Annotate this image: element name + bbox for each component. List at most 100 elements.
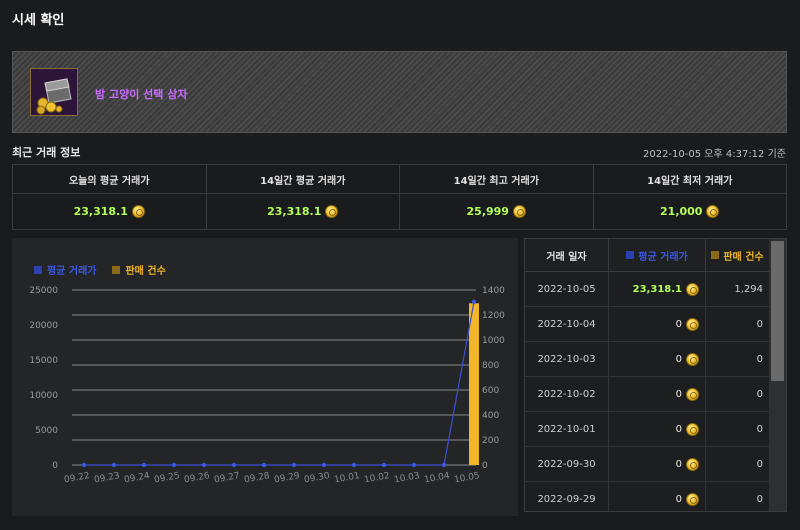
avg-price-point bbox=[141, 462, 147, 468]
row-date: 2022-09-30 bbox=[525, 447, 609, 481]
table-row: 2022-09-29 0 0 bbox=[525, 482, 786, 511]
gold-coin-icon bbox=[686, 317, 699, 331]
row-date: 2022-10-05 bbox=[525, 272, 609, 306]
header-price: 평균 거래가 bbox=[609, 239, 706, 271]
gold-coin-icon bbox=[686, 457, 699, 471]
row-price: 0 bbox=[609, 377, 706, 411]
left-tick-label: 15000 bbox=[29, 356, 58, 366]
scrollbar[interactable] bbox=[769, 239, 786, 511]
avg-price-point bbox=[291, 462, 297, 468]
avg-price-point bbox=[81, 462, 87, 468]
avg-price-point bbox=[261, 462, 267, 468]
gold-coin-icon bbox=[131, 205, 145, 218]
left-tick-label: 10000 bbox=[29, 391, 58, 401]
avg-price-point bbox=[411, 462, 417, 468]
left-tick-label: 5000 bbox=[35, 426, 58, 436]
summary-value-text: 21,000 bbox=[660, 205, 703, 218]
table-header: 거래 일자 평균 거래가 판매 건수 bbox=[525, 239, 786, 272]
price-chart-panel: 평균 거래가 판매 건수 0 200 400 600 800 1000 1200 1400 0 5… bbox=[12, 238, 518, 516]
summary-value: 23,318.1 bbox=[13, 194, 206, 229]
gold-coin-icon bbox=[512, 205, 526, 218]
row-count: 0 bbox=[706, 447, 770, 481]
x-tick-label: 10.01 bbox=[333, 471, 360, 485]
avg-price-point bbox=[351, 462, 357, 468]
summary-14d-max: 14일간 최고 거래가 25,999 bbox=[400, 165, 594, 229]
summary-today-avg: 오늘의 평균 거래가 23,318.1 bbox=[13, 165, 207, 229]
summary-label: 14일간 최고 거래가 bbox=[400, 165, 593, 194]
row-price-text: 0 bbox=[675, 493, 682, 505]
header-date: 거래 일자 bbox=[525, 239, 609, 271]
avg-price-point bbox=[231, 462, 237, 468]
page-title: 시세 확인 bbox=[12, 13, 65, 28]
summary-value-text: 23,318.1 bbox=[267, 205, 322, 218]
row-date: 2022-10-03 bbox=[525, 342, 609, 376]
row-count: 0 bbox=[706, 342, 770, 376]
row-price: 23,318.1 bbox=[609, 272, 706, 306]
right-tick-label: 1400 bbox=[482, 286, 505, 296]
summary-value-text: 23,318.1 bbox=[73, 205, 128, 218]
summary-table: 오늘의 평균 거래가 23,318.1 14일간 평균 거래가 23,318.1… bbox=[12, 164, 787, 230]
avg-price-point bbox=[381, 462, 387, 468]
x-tick-label: 10.02 bbox=[363, 471, 390, 485]
header-price-label: 평균 거래가 bbox=[638, 251, 688, 263]
left-tick-label: 25000 bbox=[29, 286, 58, 296]
row-count: 1,294 bbox=[706, 272, 770, 306]
row-price: 0 bbox=[609, 447, 706, 481]
left-tick-label: 0 bbox=[52, 461, 58, 471]
avg-price-line bbox=[84, 301, 475, 466]
table-row: 2022-10-03 0 0 bbox=[525, 342, 786, 377]
right-tick-label: 400 bbox=[482, 411, 499, 421]
x-tick-label: 09.28 bbox=[243, 471, 270, 485]
left-tick-label: 20000 bbox=[29, 321, 58, 331]
summary-value: 25,999 bbox=[400, 194, 593, 229]
price-chart: 0 200 400 600 800 1000 1200 1400 0 5000 10000 15000… bbox=[29, 286, 505, 485]
row-price-text: 0 bbox=[675, 353, 682, 365]
row-count: 0 bbox=[706, 412, 770, 446]
item-banner: 밤 고양이 선택 상자 bbox=[12, 51, 787, 133]
x-tick-label: 09.23 bbox=[93, 471, 120, 485]
right-tick-label: 1200 bbox=[482, 311, 505, 321]
row-price-text: 0 bbox=[675, 318, 682, 330]
summary-14d-avg: 14일간 평균 거래가 23,318.1 bbox=[206, 165, 400, 229]
gold-coin-icon bbox=[686, 422, 699, 436]
gold-coin-icon bbox=[325, 205, 339, 218]
right-tick-label: 0 bbox=[482, 461, 488, 471]
header-count-label: 판매 건수 bbox=[723, 251, 764, 263]
row-date: 2022-10-02 bbox=[525, 377, 609, 411]
timestamp: 2022-10-05 오후 4:37:12 기준 bbox=[642, 149, 786, 160]
summary-label: 14일간 평균 거래가 bbox=[206, 165, 399, 194]
row-price-text: 23,318.1 bbox=[632, 283, 682, 295]
summary-value-text: 25,999 bbox=[466, 205, 509, 218]
row-price-text: 0 bbox=[675, 388, 682, 400]
right-tick-label: 1000 bbox=[482, 336, 505, 346]
table-body: 2022-10-05 23,318.1 1,294 2022-10-04 0 0 2022-… bbox=[525, 272, 786, 511]
summary-value: 21,000 bbox=[594, 194, 787, 229]
sales-bar bbox=[469, 303, 479, 465]
right-tick-label: 800 bbox=[482, 361, 499, 371]
x-tick-label: 10.03 bbox=[393, 471, 420, 485]
row-date: 2022-10-04 bbox=[525, 307, 609, 341]
row-count: 0 bbox=[706, 307, 770, 341]
right-tick-label: 200 bbox=[482, 436, 499, 446]
table-row: 2022-10-05 23,318.1 1,294 bbox=[525, 272, 786, 307]
summary-label: 14일간 최저 거래가 bbox=[593, 165, 786, 194]
avg-price-point bbox=[441, 462, 447, 468]
row-count: 0 bbox=[706, 482, 770, 511]
avg-price-point bbox=[111, 462, 117, 468]
gold-coin-icon bbox=[686, 492, 699, 506]
treasure-chest-icon bbox=[30, 68, 78, 116]
x-tick-label: 10.04 bbox=[423, 471, 450, 485]
gold-coin-icon bbox=[686, 352, 699, 366]
right-tick-label: 600 bbox=[482, 386, 499, 396]
gold-coin-icon bbox=[706, 205, 720, 218]
table-row: 2022-10-04 0 0 bbox=[525, 307, 786, 342]
trade-history-table: 거래 일자 평균 거래가 판매 건수 2022-10-05 23,318.1 1,2… bbox=[524, 238, 787, 512]
row-price: 0 bbox=[609, 307, 706, 341]
scroll-thumb[interactable] bbox=[771, 241, 784, 381]
summary-label: 오늘의 평균 거래가 bbox=[13, 165, 206, 194]
row-date: 2022-10-01 bbox=[525, 412, 609, 446]
recent-trade-label: 최근 거래 정보 bbox=[12, 146, 81, 159]
x-tick-label: 09.26 bbox=[183, 471, 210, 485]
x-tick-label: 09.25 bbox=[153, 471, 180, 485]
legend-swatch bbox=[626, 251, 635, 259]
